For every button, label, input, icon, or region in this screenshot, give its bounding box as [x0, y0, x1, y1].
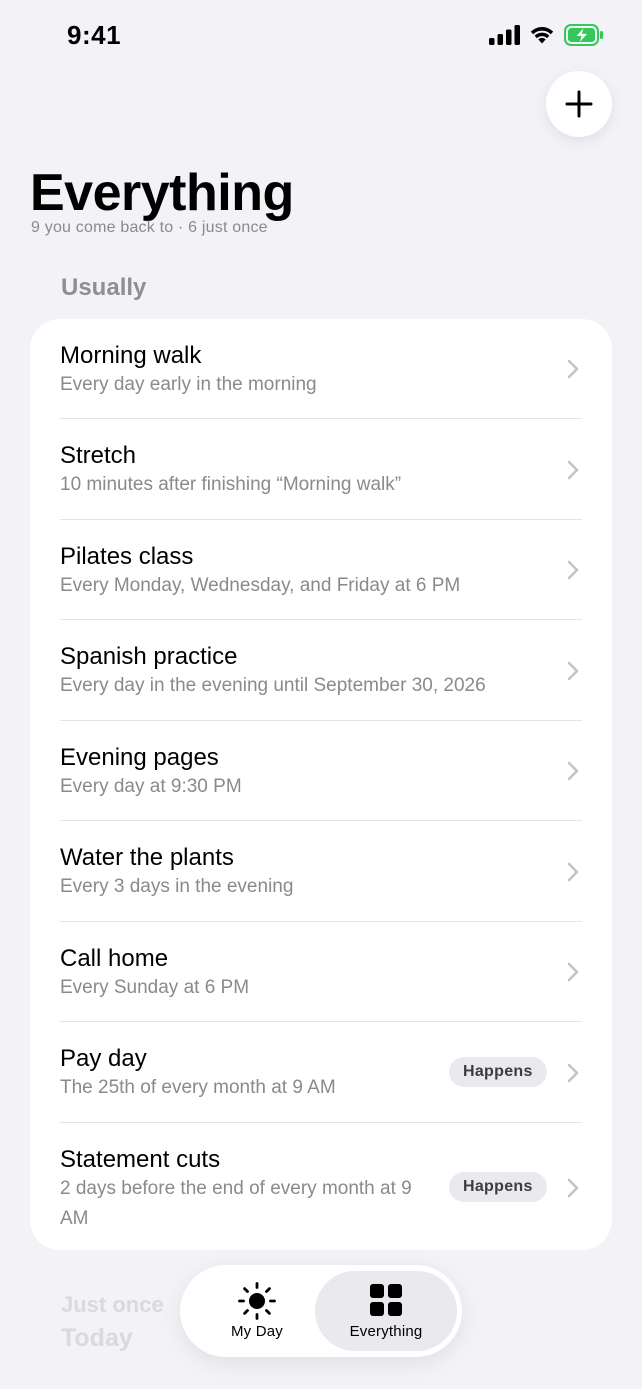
list-item-subtitle: Every Monday, Wednesday, and Friday at 6… — [60, 575, 461, 596]
status-bar: 9:41 — [0, 0, 642, 70]
add-button[interactable] — [546, 71, 612, 137]
status-icons — [489, 24, 604, 46]
sun-icon — [238, 1282, 276, 1320]
wifi-icon — [530, 27, 554, 44]
list-item-evening-pages[interactable]: Evening pages Every day at 9:30 PM — [30, 721, 612, 821]
list-item-water-the-plants[interactable]: Water the plants Every 3 days in the eve… — [30, 821, 612, 922]
list-item-title: Statement cuts — [60, 1146, 221, 1173]
grid-icon — [370, 1284, 402, 1316]
chevron-right-icon — [567, 359, 579, 379]
list-item-pilates-class[interactable]: Pilates class Every Monday, Wednesday, a… — [30, 520, 612, 620]
chevron-right-icon — [567, 1178, 579, 1198]
list-item-statement-cuts[interactable]: Statement cuts 2 days before the end of … — [30, 1123, 612, 1250]
usually-list: Morning walk Every day early in the morn… — [30, 319, 612, 1250]
list-item-subtitle: Every day in the evening until September… — [60, 675, 486, 696]
day-header-today: Today — [61, 1324, 133, 1352]
tab-everything[interactable]: Everything — [315, 1271, 457, 1351]
list-item-title: Water the plants — [60, 844, 234, 871]
list-item-pay-day[interactable]: Pay day The 25th of every month at 9 AM … — [30, 1022, 612, 1123]
chevron-right-icon — [567, 962, 579, 982]
section-header-usually: Usually — [61, 274, 147, 301]
section-header-just-once: Just once — [61, 1292, 164, 1317]
tab-label: My Day — [230, 1323, 284, 1340]
happens-badge: Happens — [449, 1057, 547, 1087]
list-item-subtitle: 2 days before the end of every month at … — [60, 1178, 412, 1229]
battery-charging-icon — [564, 24, 603, 46]
list-item-title: Pay day — [60, 1045, 147, 1072]
list-item-subtitle: Every Sunday at 6 PM — [60, 977, 250, 998]
chevron-right-icon — [567, 661, 579, 681]
list-item-subtitle: 10 minutes after finishing “Morning walk… — [60, 474, 402, 495]
list-item-morning-walk[interactable]: Morning walk Every day early in the morn… — [30, 319, 612, 419]
chevron-right-icon — [567, 1063, 579, 1083]
tab-bar: My Day Everything — [180, 1265, 462, 1357]
chevron-right-icon — [567, 460, 579, 480]
chevron-right-icon — [567, 560, 579, 580]
screen: 9:41 Everything 9 you come back to · 6 j… — [0, 0, 642, 1389]
list-item-subtitle: Every 3 days in the evening — [60, 876, 294, 897]
list-item-title: Call home — [60, 945, 169, 972]
list-item-title: Pilates class — [60, 543, 194, 570]
page-title: Everything — [30, 164, 294, 222]
happens-badge: Happens — [449, 1172, 547, 1202]
list-item-title: Spanish practice — [60, 643, 238, 670]
list-item-call-home[interactable]: Call home Every Sunday at 6 PM — [30, 922, 612, 1022]
list-item-subtitle: Every day at 9:30 PM — [60, 776, 242, 797]
list-item-title: Stretch — [60, 442, 137, 469]
tab-label: Everything — [349, 1323, 423, 1340]
page-subtitle: 9 you come back to · 6 just once — [31, 219, 268, 236]
chevron-right-icon — [567, 862, 579, 882]
list-item-stretch[interactable]: Stretch 10 minutes after finishing “Morn… — [30, 419, 612, 520]
tab-my-day[interactable]: My Day — [188, 1271, 326, 1351]
cellular-signal-icon — [489, 25, 520, 45]
list-item-title: Morning walk — [60, 342, 202, 369]
status-time: 9:41 — [67, 20, 122, 50]
plus-icon — [565, 90, 593, 118]
list-item-spanish-practice[interactable]: Spanish practice Every day in the evenin… — [30, 620, 612, 721]
list-item-subtitle: Every day early in the morning — [60, 374, 317, 395]
chevron-right-icon — [567, 761, 579, 781]
list-item-title: Evening pages — [60, 744, 219, 771]
